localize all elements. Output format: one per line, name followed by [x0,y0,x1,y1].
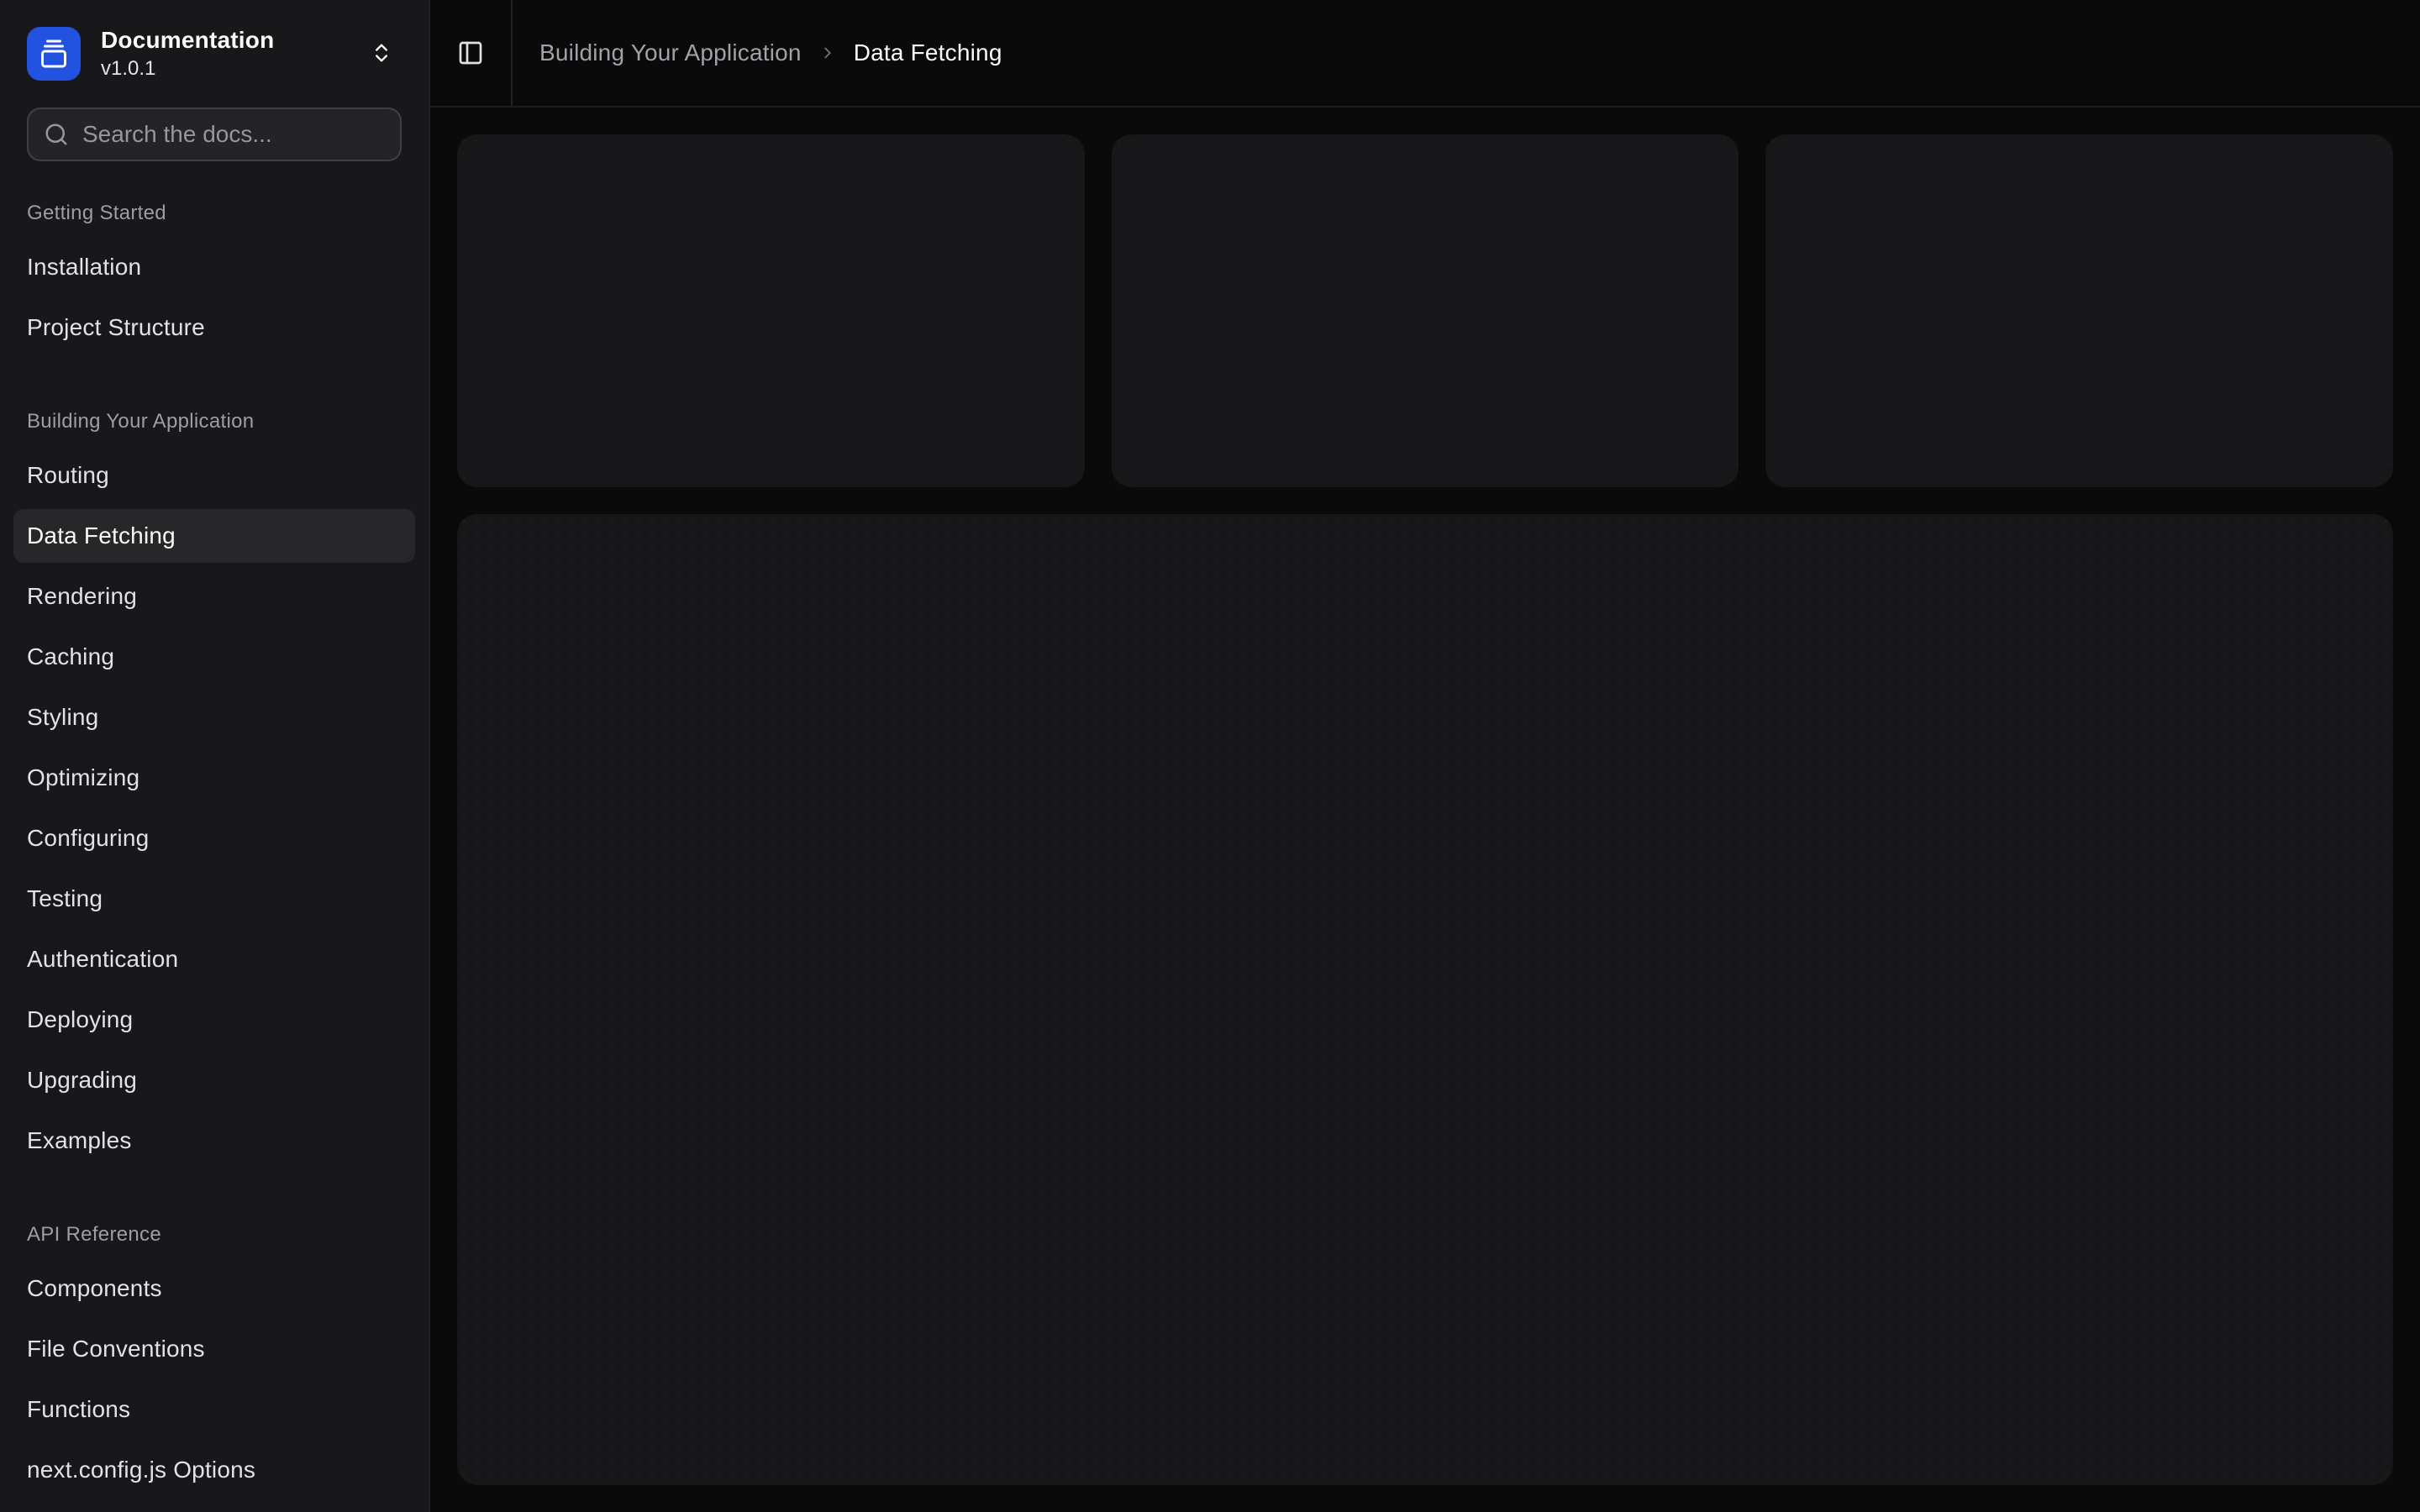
sidebar-item-data-fetching[interactable]: Data Fetching [13,509,415,563]
sidebar-group-label: Building Your Application [13,395,415,449]
sidebar-item-functions[interactable]: Functions [13,1383,415,1436]
placeholder-panel [457,514,2393,1485]
sidebar-menu: Installation Project Structure [13,240,415,354]
sidebar-item-testing[interactable]: Testing [13,872,415,926]
sidebar-item-project-structure[interactable]: Project Structure [13,301,415,354]
main-header: Building Your Application Data Fetching [430,0,2420,108]
placeholder-card [457,134,1085,487]
sidebar-item-optimizing[interactable]: Optimizing [13,751,415,805]
sidebar-item-authentication[interactable]: Authentication [13,932,415,986]
sidebar-item-configuring[interactable]: Configuring [13,811,415,865]
sidebar-item-examples[interactable]: Examples [13,1114,415,1168]
sidebar-nav: Getting StartedInstallation Project Struc… [0,161,429,1512]
search-icon [44,122,69,147]
sidebar-item-components[interactable]: Components [13,1262,415,1315]
page-content [430,108,2420,1512]
sidebar-item-deploying[interactable]: Deploying [13,993,415,1047]
breadcrumb-parent[interactable]: Building Your Application [539,39,802,66]
sidebar-item-installation[interactable]: Installation [13,240,415,294]
placeholder-card [1765,134,2393,487]
sidebar-group: Building Your ApplicationRouting Data Fet… [13,395,415,1168]
breadcrumb: Building Your Application Data Fetching [539,39,1002,66]
breadcrumb-current: Data Fetching [854,39,1002,66]
sidebar-item-caching[interactable]: Caching [13,630,415,684]
sidebar-item-file-conventions[interactable]: File Conventions [13,1322,415,1376]
sidebar: Documentation v1.0.1 Getting StartedInst… [0,0,430,1512]
chevrons-up-down-icon [370,41,393,67]
search-form [0,108,429,161]
sidebar-item-rendering[interactable]: Rendering [13,570,415,623]
workspace-switcher-button[interactable]: Documentation v1.0.1 [13,13,415,94]
chevron-right-icon [818,44,837,62]
search-box [27,108,402,161]
sidebar-item-styling[interactable]: Styling [13,690,415,744]
sidebar-toggle-button[interactable] [444,26,497,80]
sidebar-item-next-config-js-options[interactable]: next.config.js Options [13,1443,415,1497]
placeholder-card [1112,134,1739,487]
sidebar-menu: Routing Data Fetching Rendering Caching Styl… [13,449,415,1168]
workspace-version: v1.0.1 [101,57,274,81]
sidebar-menu: Components File Conventions Functions next.… [13,1262,415,1497]
panel-left-icon [457,39,484,66]
app-logo [27,27,81,81]
search-input[interactable] [82,109,385,160]
gallery-vertical-end-icon [39,39,69,69]
sidebar-group-label: Getting Started [13,186,415,240]
sidebar-group: API ReferenceComponents File Conventions F… [13,1208,415,1497]
workspace-title: Documentation [101,27,274,54]
main-panel: Building Your Application Data Fetching [430,0,2420,1512]
sidebar-item-routing[interactable]: Routing [13,449,415,502]
sidebar-group-label: API Reference [13,1208,415,1262]
workspace-info: Documentation v1.0.1 [101,27,274,81]
sidebar-item-upgrading[interactable]: Upgrading [13,1053,415,1107]
placeholder-cards-row [457,134,2393,487]
sidebar-header: Documentation v1.0.1 [0,0,429,108]
sidebar-group: Getting StartedInstallation Project Struc… [13,186,415,354]
header-separator [511,0,513,106]
